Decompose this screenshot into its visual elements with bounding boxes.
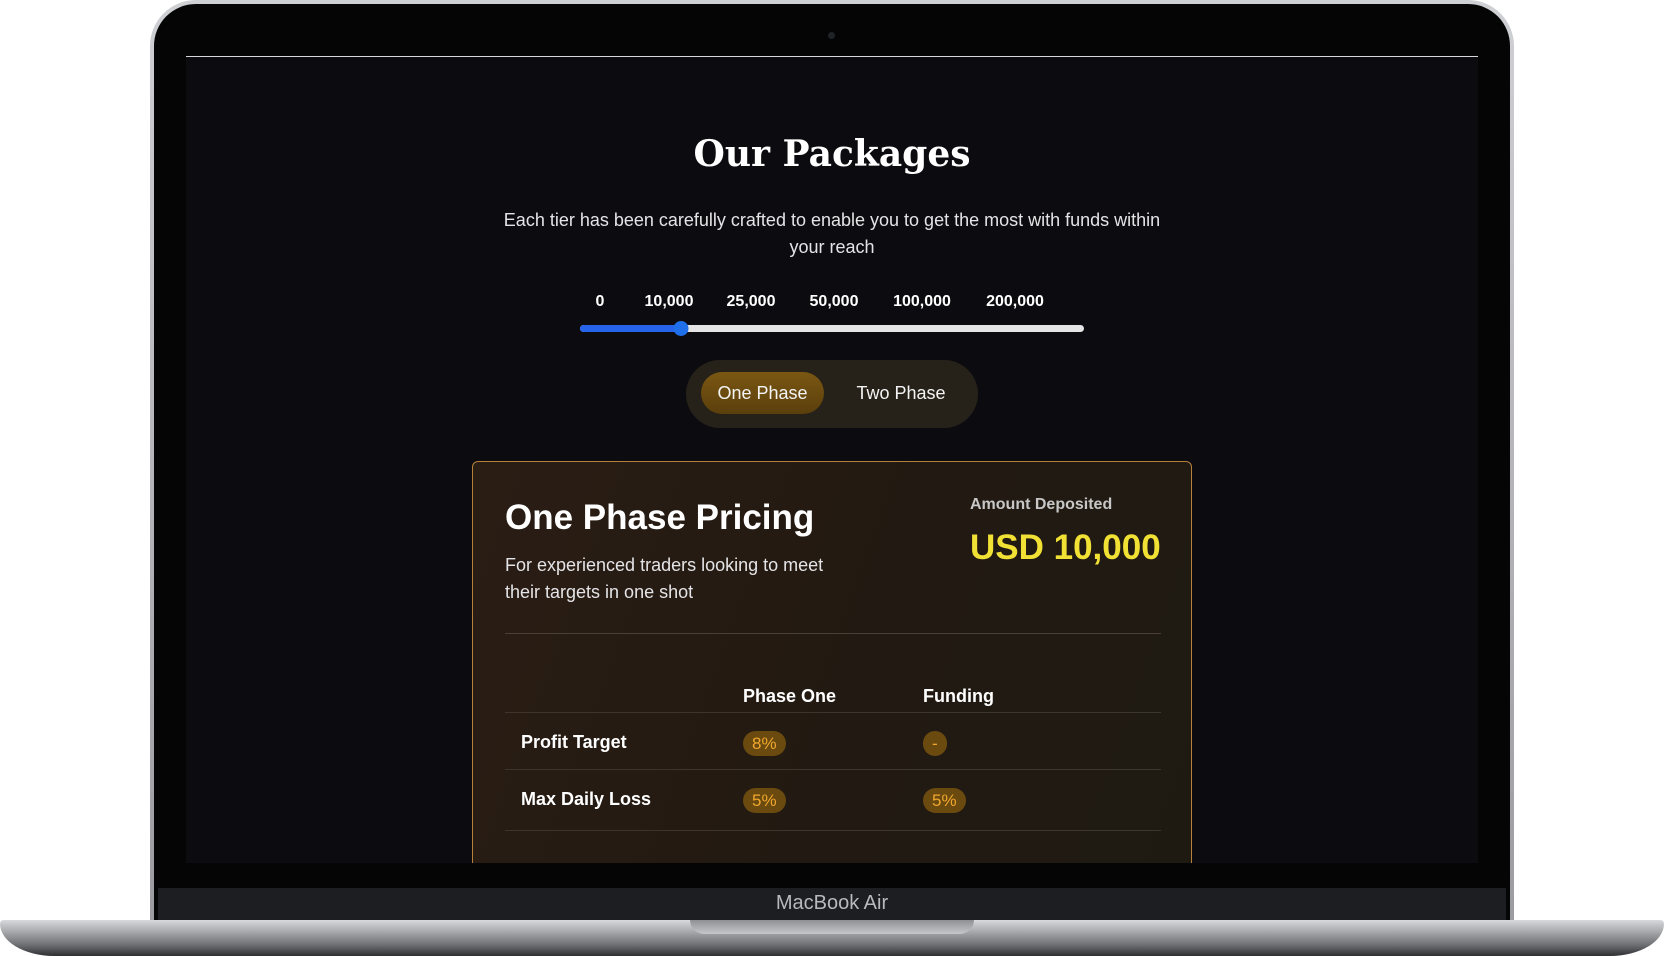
row-label: Max Daily Loss [521,789,652,809]
one-phase-button[interactable]: One Phase [701,372,824,414]
camera-icon [828,32,835,39]
row-label: Profit Target [521,732,627,752]
pricing-card: One Phase Pricing For experienced trader… [472,461,1192,863]
value-badge: - [923,731,947,756]
slider-thumb[interactable] [673,321,689,336]
page-title: Our Packages [693,133,971,175]
slider-tick[interactable]: 0 [596,293,605,311]
slider-tick[interactable]: 50,000 [810,293,859,311]
value-badge: 5% [743,788,786,813]
device-label: MacBook Air [775,892,889,914]
laptop-notch [690,920,974,934]
slider-tick[interactable]: 100,000 [893,293,951,311]
screen: Our Packages Each tier has been carefull… [186,56,1478,863]
phase-toggle: One Phase Two Phase [686,360,978,428]
page-subtitle: Each tier has been carefully crafted to … [503,210,1161,257]
column-header-phase-one: Phase One [743,686,837,706]
card-title: One Phase Pricing [505,498,815,537]
table-row: Profit Target 8% - [505,712,1161,773]
value-badge: 5% [923,788,966,813]
card-description: For experienced traders looking to meet … [505,555,824,602]
two-phase-button[interactable]: Two Phase [841,372,961,414]
slider-tick[interactable]: 25,000 [727,293,776,311]
deposit-value: USD 10,000 [970,528,1161,567]
deposit-label: Amount Deposited [970,496,1113,513]
card-divider [505,633,1161,634]
column-header-funding: Funding [923,686,994,706]
slider-fill [580,325,681,332]
slider-tick[interactable]: 10,000 [645,293,694,311]
value-badge: 8% [743,731,786,756]
slider-tick[interactable]: 200,000 [986,293,1044,311]
table-row: Max Daily Loss 5% 5% [505,769,1161,831]
slider-ticks: 0 10,000 25,000 50,000 100,000 200,000 [580,293,1084,315]
amount-slider[interactable] [580,321,1084,336]
